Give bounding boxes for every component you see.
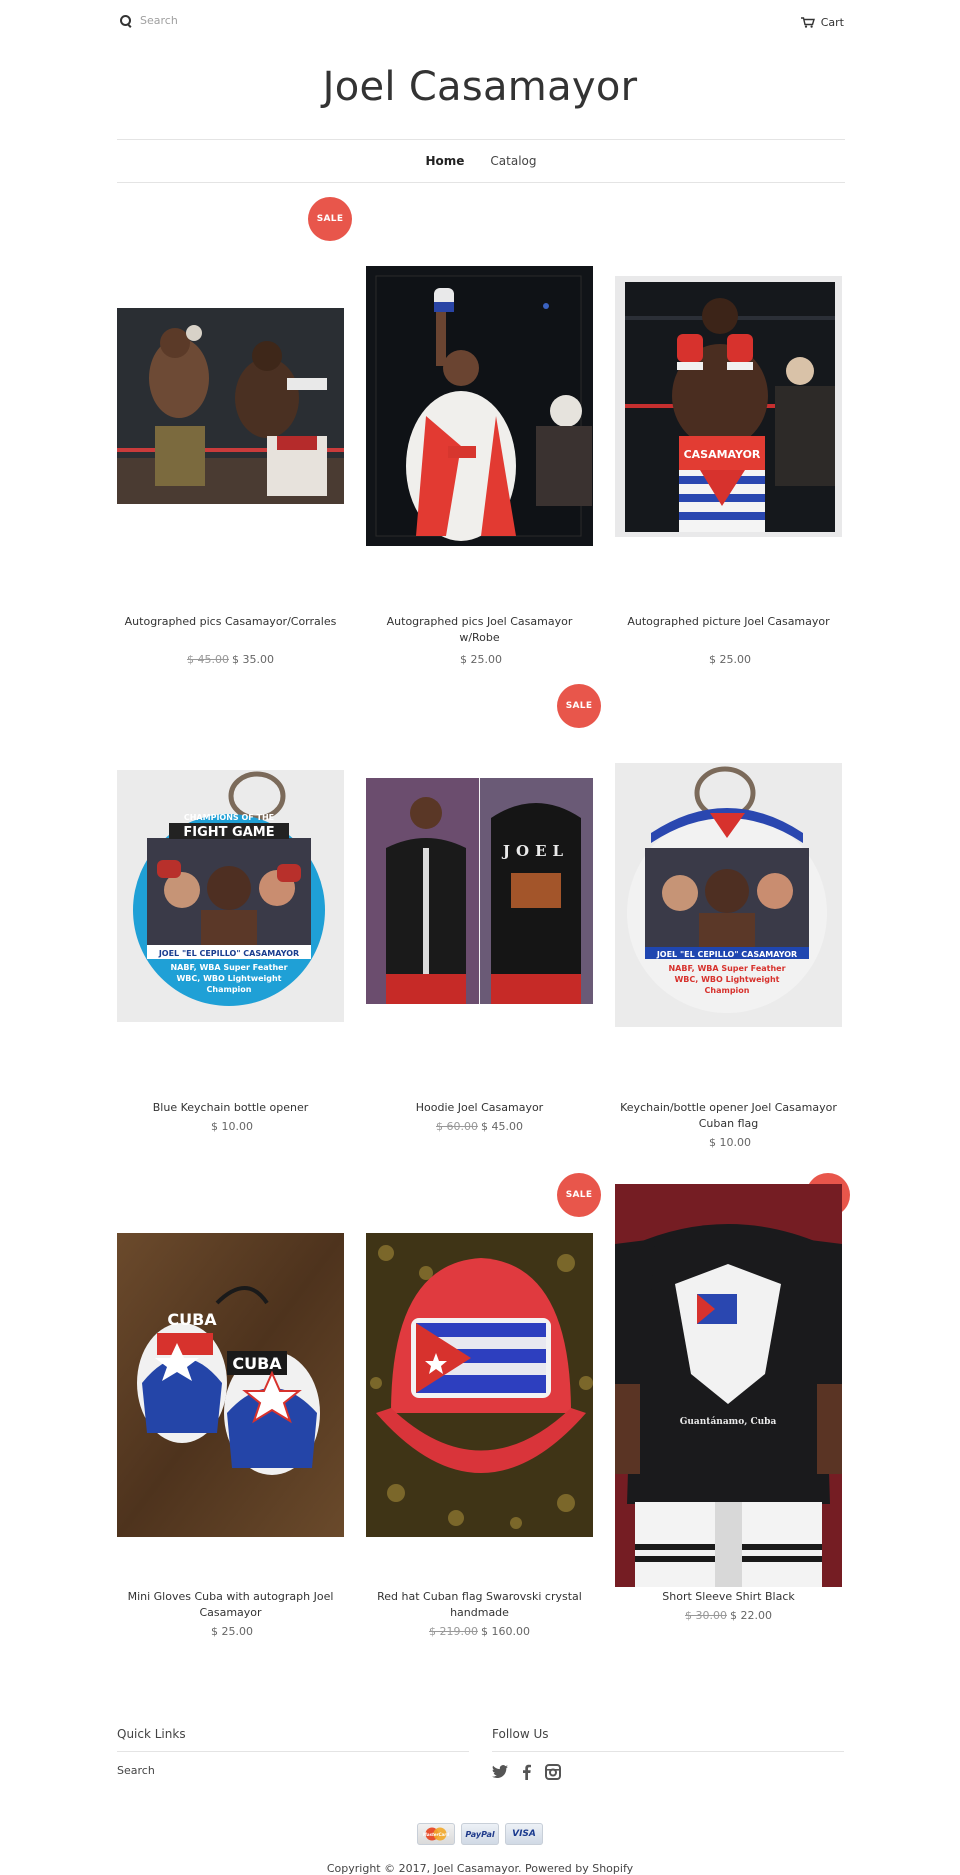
paypal-icon: PayPal	[461, 1823, 499, 1845]
sale-price: $ 160.00	[481, 1625, 530, 1638]
product-card[interactable]: SALE Autographed pics Casamayor/Corrales…	[117, 195, 352, 675]
original-price: $ 45.00	[187, 653, 229, 666]
product-price: $ 10.00	[615, 1136, 842, 1149]
product-image[interactable]	[366, 266, 593, 546]
original-price: $ 30.00	[685, 1609, 727, 1622]
main-nav: Home Catalog	[117, 139, 845, 183]
sale-badge: SALE	[308, 197, 352, 241]
product-title[interactable]: Keychain/bottle opener Joel Casamayor Cu…	[615, 1100, 842, 1132]
follow-us-heading: Follow Us	[492, 1727, 844, 1752]
product-card[interactable]: CUBA CUBA Mini Gloves Cuba with autograp…	[117, 1173, 344, 1653]
sale-price: $ 22.00	[730, 1609, 772, 1622]
sale-price: $ 35.00	[232, 653, 274, 666]
cart-icon	[800, 17, 815, 28]
product-card[interactable]: CASAMAYOR Autographed picture Joel Casam…	[615, 195, 842, 675]
product-image[interactable]	[117, 308, 344, 504]
twitter-icon[interactable]	[492, 1765, 508, 1779]
keychain-name-text: JOEL "EL CEPILLO" CASAMAYOR	[158, 949, 299, 958]
keychain-title-text: FIGHT GAME	[183, 825, 274, 840]
product-price: $ 25.00	[117, 1625, 344, 1638]
product-image[interactable]: CUBA CUBA	[117, 1233, 344, 1537]
keychain-line2-text: WBC, WBO Lightweight	[176, 974, 281, 983]
cart-link[interactable]: Cart	[800, 16, 844, 29]
instagram-icon[interactable]	[545, 1764, 561, 1780]
product-title[interactable]: Blue Keychain bottle opener	[117, 1100, 344, 1116]
sale-badge: SALE	[557, 684, 601, 728]
product-title[interactable]: Autographed pics Casamayor/Corrales	[117, 614, 344, 630]
facebook-icon[interactable]	[522, 1764, 531, 1780]
visa-icon: VISA	[505, 1823, 543, 1845]
product-price: $ 30.00 $ 22.00	[615, 1609, 842, 1622]
product-image[interactable]: CHAMPIONS OF THE FIGHT GAME JOEL "EL CEP…	[117, 770, 344, 1022]
keychain-line3-text: Champion	[705, 986, 750, 995]
footer-quick-links: Quick Links Search	[117, 1727, 469, 1777]
search-bar[interactable]	[120, 14, 300, 27]
keychain-line1-text: NABF, WBA Super Feather	[668, 964, 785, 973]
shirt-text: Guantánamo, Cuba	[680, 1416, 777, 1427]
sale-price: $ 10.00	[211, 1120, 253, 1133]
sale-price: $ 25.00	[709, 653, 751, 666]
keychain-name-text: JOEL "EL CEPILLO" CASAMAYOR	[656, 950, 797, 959]
mastercard-icon: MasterCard	[417, 1823, 455, 1845]
keychain-line1-text: NABF, WBA Super Feather	[170, 963, 287, 972]
search-icon[interactable]	[120, 14, 132, 27]
social-links	[492, 1764, 844, 1780]
product-card[interactable]: JOEL "EL CEPILLO" CASAMAYOR NABF, WBA Su…	[615, 684, 842, 1164]
sale-badge: SALE	[557, 1173, 601, 1217]
payment-methods: MasterCard PayPal VISA	[0, 1823, 960, 1845]
product-price: $ 219.00 $ 160.00	[366, 1625, 593, 1638]
product-title[interactable]: Short Sleeve Shirt Black	[615, 1589, 842, 1605]
cart-label: Cart	[820, 16, 844, 29]
footer-follow-us: Follow Us	[492, 1727, 844, 1780]
sale-price: $ 10.00	[709, 1136, 751, 1149]
footer-link-search[interactable]: Search	[117, 1764, 469, 1777]
product-card[interactable]: SALE JOEL Hoodie Joel Casamayor $ 60.00 $…	[366, 684, 601, 1164]
product-price: $ 10.00	[117, 1120, 344, 1133]
product-title[interactable]: Autographed picture Joel Casamayor	[615, 614, 842, 630]
product-image[interactable]	[366, 1233, 593, 1537]
hoodie-text: JOEL	[501, 842, 569, 860]
product-image[interactable]: CASAMAYOR	[615, 276, 842, 537]
nav-item-home[interactable]: Home	[425, 154, 464, 168]
nav-item-catalog[interactable]: Catalog	[490, 154, 536, 168]
keychain-line3-text: Champion	[207, 985, 252, 994]
product-card[interactable]: SALE Guantánamo, Cuba Short Sleeve Shirt…	[615, 1173, 850, 1653]
product-title[interactable]: Red hat Cuban flag Swarovski crystal han…	[366, 1589, 593, 1621]
search-input[interactable]	[140, 14, 300, 27]
mastercard-label: MasterCard	[423, 1832, 449, 1837]
sale-price: $ 25.00	[211, 1625, 253, 1638]
product-card[interactable]: Autographed pics Joel Casamayor w/Robe $…	[366, 195, 593, 675]
keychain-top-text: CHAMPIONS OF THE	[184, 813, 274, 822]
sale-price: $ 45.00	[481, 1120, 523, 1133]
product-image[interactable]: JOEL	[366, 778, 593, 1004]
sale-price: $ 25.00	[460, 653, 502, 666]
copyright-text: Copyright © 2017, Joel Casamayor. Powere…	[326, 1862, 634, 1875]
keychain-line2-text: WBC, WBO Lightweight	[674, 975, 779, 984]
site-title[interactable]: Joel Casamayor	[0, 64, 960, 110]
product-card[interactable]: SALE Red hat Cuban flag Swarovski crysta…	[366, 1173, 601, 1653]
product-price: $ 25.00	[366, 653, 593, 666]
quick-links-heading: Quick Links	[117, 1727, 469, 1752]
glove-left-text: CUBA	[167, 1310, 217, 1329]
product-price: $ 60.00 $ 45.00	[366, 1120, 593, 1133]
product-card[interactable]: CHAMPIONS OF THE FIGHT GAME JOEL "EL CEP…	[117, 684, 344, 1164]
product-title[interactable]: Hoodie Joel Casamayor	[366, 1100, 593, 1116]
product-image[interactable]: JOEL "EL CEPILLO" CASAMAYOR NABF, WBA Su…	[615, 763, 842, 1027]
product-image[interactable]: Guantánamo, Cuba	[615, 1184, 842, 1587]
glove-right-text: CUBA	[232, 1354, 282, 1373]
original-price: $ 219.00	[429, 1625, 478, 1638]
product-price: $ 45.00 $ 35.00	[117, 653, 344, 666]
product-title[interactable]: Mini Gloves Cuba with autograph Joel Cas…	[117, 1589, 344, 1621]
product-title[interactable]: Autographed pics Joel Casamayor w/Robe	[366, 614, 593, 646]
original-price: $ 60.00	[436, 1120, 478, 1133]
product-price: $ 25.00	[615, 653, 842, 666]
trunks-text: CASAMAYOR	[684, 448, 761, 461]
